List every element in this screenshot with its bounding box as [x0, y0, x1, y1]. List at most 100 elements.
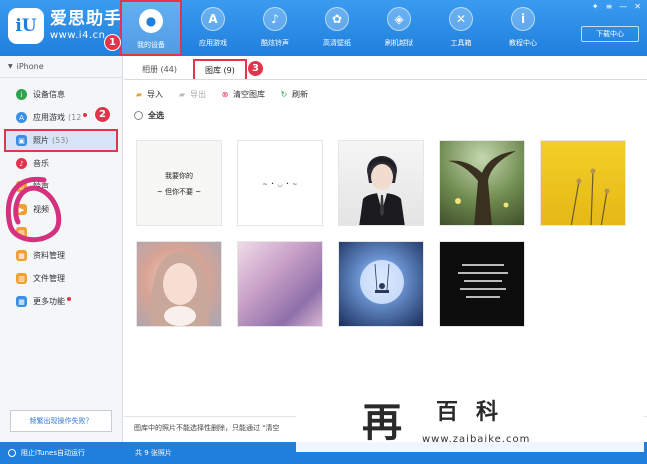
import-button[interactable]: ▰ 导入 [134, 89, 163, 100]
sidebar-item-label: 视频 [33, 205, 49, 214]
sidebar-item-label: 照片 [33, 136, 49, 145]
feedback-button[interactable]: 频繁出现操作失败？ [10, 410, 112, 432]
sidebar-item-file-management[interactable]: ▥ 文件管理 [0, 267, 122, 290]
photo-thumbnail[interactable] [439, 241, 525, 327]
device-header[interactable]: ▼ iPhone [0, 56, 122, 78]
close-icon[interactable]: ✕ [634, 2, 641, 11]
sidebar-item-label: 更多功能 [33, 297, 65, 306]
download-center-button[interactable]: 下载中心 [581, 26, 639, 42]
menu-icon[interactable]: ≡ [606, 2, 613, 11]
photo-thumbnail[interactable] [540, 140, 626, 226]
photo-caption: ~ ・ ◡ ・ ~ [262, 181, 298, 188]
video-icon: ▶ [16, 204, 27, 215]
photo-caption: ~ 但你不要 ~ [156, 188, 202, 196]
flowers-on-yellow-photo [570, 168, 610, 225]
nav-ringtones[interactable]: ♪ 酷炫铃声 [244, 0, 306, 56]
sidebar-item-label: 铃声 [33, 182, 49, 191]
export-button[interactable]: ▰ 导出 [177, 89, 206, 100]
refresh-button[interactable]: ↻ 刷新 [279, 89, 308, 100]
photo-thumbnail[interactable] [338, 140, 424, 226]
bell-icon: ♪ [263, 7, 287, 31]
photo-grid: 我要你的 ~ 但你不要 ~ ~ ・ ◡ ・ ~ [136, 140, 636, 327]
nav-apps[interactable]: A 应用游戏 [182, 0, 244, 56]
select-all-radio[interactable] [134, 111, 143, 120]
sidebar-item-photos[interactable]: ▣ 照片 (53) [4, 129, 118, 152]
anime-man-illustration [359, 156, 405, 225]
sidebar-item-label: 设备信息 [33, 90, 65, 99]
nav-flash-jailbreak[interactable]: ◈ 刷机越狱 [368, 0, 430, 56]
sidebar-item-music[interactable]: ♪ 音乐 [0, 152, 122, 175]
sidebar-item-count: (53) [52, 136, 69, 145]
photo-thumbnail[interactable]: ~ ・ ◡ ・ ~ [237, 140, 323, 226]
nav-label: 应用游戏 [199, 39, 227, 47]
sidebar-item-label: 文件管理 [33, 274, 65, 283]
pin-icon[interactable]: ✦ [592, 2, 599, 11]
text-quote-image [458, 264, 508, 298]
tab-albums[interactable]: 相册 (44) [132, 59, 187, 79]
nav-tutorials[interactable]: i 教程中心 [492, 0, 554, 56]
nav-label: 刷机越狱 [385, 39, 413, 47]
clear-label: 清空图库 [233, 89, 265, 99]
photo-thumbnail[interactable] [237, 241, 323, 327]
tab-gallery[interactable]: 图库 (9) [192, 59, 247, 79]
music-icon: ♪ [16, 158, 27, 169]
select-all-label: 全选 [148, 111, 164, 120]
logo-icon: iU [8, 8, 44, 44]
watermark: 再 百科 www.zaibaike.com [296, 388, 644, 452]
book-icon: ▤ [16, 227, 27, 238]
photo-thumbnail[interactable] [136, 241, 222, 327]
sidebar-item-ringtones[interactable]: ♫ 铃声 [0, 175, 122, 198]
nav-label: 酷炫铃声 [261, 39, 289, 47]
app-name: 爱思助手 [50, 9, 122, 30]
toolbar: ▰ 导入 ▰ 导出 ⊗ 清空图库 ↻ 刷新 [124, 82, 647, 106]
callout-badge-1: 1 [104, 34, 121, 51]
wallpaper-icon: ✿ [325, 7, 349, 31]
top-bar: iU 爱思助手 www.i4.cn ● 我的设备 A 应用游戏 ♪ 酷炫铃声 ✿… [0, 0, 647, 56]
window-controls: ✦ ≡ — ✕ [592, 2, 641, 11]
refresh-label: 刷新 [292, 89, 308, 99]
refresh-icon: ↻ [280, 89, 288, 99]
sidebar-item-books[interactable]: ▤ [0, 221, 122, 244]
toggle-circle-icon [8, 449, 16, 457]
select-all[interactable]: 全选 [134, 110, 164, 121]
nav-label: 高清壁纸 [323, 39, 351, 47]
nav-wallpapers[interactable]: ✿ 高清壁纸 [306, 0, 368, 56]
sidebar-item-more[interactable]: ▦ 更多功能 [0, 290, 122, 313]
main-nav: ● 我的设备 A 应用游戏 ♪ 酷炫铃声 ✿ 高清壁纸 ◈ 刷机越狱 ✕ 工具箱… [120, 0, 554, 56]
watermark-title: 百科 [436, 399, 517, 425]
itunes-block-toggle[interactable]: 阻止iTunes自动运行 [0, 448, 123, 458]
info-icon: i [16, 89, 27, 100]
contacts-icon: ▦ [16, 250, 27, 261]
nav-toolbox[interactable]: ✕ 工具箱 [430, 0, 492, 56]
photo-thumbnail[interactable] [439, 140, 525, 226]
watermark-url: www.zaibaike.com [422, 434, 531, 445]
sidebar-item-device-info[interactable]: i 设备信息 [0, 83, 122, 106]
minimize-icon[interactable]: — [619, 2, 627, 11]
photo-thumbnail[interactable]: 我要你的 ~ 但你不要 ~ [136, 140, 222, 226]
sidebar-item-data-management[interactable]: ▦ 资料管理 [0, 244, 122, 267]
sidebar-item-label: 应用游戏 [33, 113, 65, 122]
export-icon: ▰ [178, 89, 186, 99]
device-name: iPhone [16, 62, 44, 71]
photo-icon: ▣ [16, 135, 27, 146]
notification-dot [83, 112, 88, 117]
clear-icon: ⊗ [221, 89, 229, 99]
nav-my-device[interactable]: ● 我的设备 [120, 0, 182, 56]
itunes-block-label: 阻止iTunes自动运行 [21, 449, 85, 457]
flash-box-icon: ◈ [387, 7, 411, 31]
clear-gallery-button[interactable]: ⊗ 清空图库 [220, 89, 265, 100]
photo-thumbnail[interactable] [338, 241, 424, 327]
appstore-icon: A [201, 7, 225, 31]
folder-import-icon: ▰ [135, 89, 143, 99]
sidebar-item-label: 资料管理 [33, 251, 65, 260]
nav-label: 教程中心 [509, 39, 537, 47]
apple-icon: ● [139, 9, 163, 33]
appstore-icon: A [16, 112, 27, 123]
photo-count: 共 9 张照片 [135, 449, 172, 457]
photo-caption: 我要你的 [165, 172, 193, 180]
nav-label: 我的设备 [137, 41, 165, 49]
tools-icon: ✕ [449, 7, 473, 31]
notification-dot [67, 296, 71, 301]
sidebar-item-videos[interactable]: ▶ 视频 [0, 198, 122, 221]
info-icon: i [511, 7, 535, 31]
